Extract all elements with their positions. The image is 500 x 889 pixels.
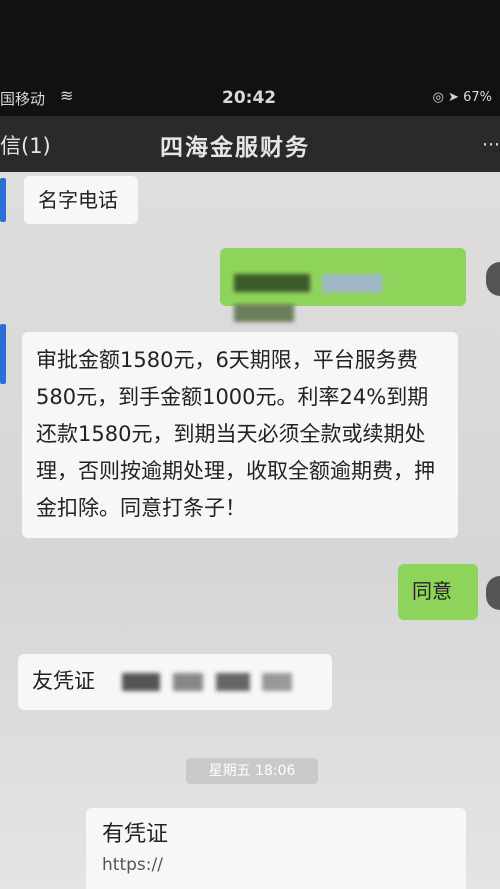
- avatar-edge-left: [0, 324, 6, 384]
- status-right: ◎ ➤ 67%: [433, 90, 492, 105]
- redacted-text: [122, 673, 161, 691]
- avatar-edge-left: [0, 178, 6, 222]
- timestamp-badge: 星期五 18:06: [186, 758, 318, 784]
- message-bubble-blurred[interactable]: [220, 248, 466, 322]
- chat-title: 四海金服财务: [160, 135, 310, 161]
- alarm-icon: ◎ ➤: [432, 90, 464, 105]
- battery-level: 67%: [463, 90, 492, 105]
- message-text: 同意: [412, 579, 452, 603]
- more-icon[interactable]: ⋯: [482, 134, 500, 155]
- phone-screen: 国移动 ≋ 20:42 ◎ ➤ 67% 信(1) 四海金服财务 ⋯ 名字电话 审…: [0, 0, 500, 889]
- message-text: 审批金额1580元，6天期限，平台服务费580元，到手金额1000元。利率24%…: [36, 348, 435, 520]
- back-button[interactable]: 信(1): [0, 130, 51, 160]
- message-bubble[interactable]: 审批金额1580元，6天期限，平台服务费580元，到手金额1000元。利率24%…: [22, 332, 458, 538]
- status-time: 20:42: [222, 88, 277, 108]
- avatar-edge-right: [486, 262, 500, 296]
- redacted-text: [234, 303, 294, 322]
- redacted-text: [322, 273, 383, 292]
- carrier-name: 国移动: [0, 90, 46, 108]
- chat-title-bar: 信(1) 四海金服财务 ⋯: [0, 116, 500, 172]
- message-bubble[interactable]: 友凭证: [18, 654, 332, 710]
- redacted-text: [262, 673, 293, 691]
- avatar-edge-right: [486, 576, 500, 610]
- timestamp-text: 星期五 18:06: [208, 763, 296, 779]
- status-bar: 国移动 ≋ 20:42 ◎ ➤ 67%: [0, 84, 500, 114]
- link-title: 有凭证: [102, 822, 169, 847]
- message-bubble-link[interactable]: 有凭证 https://: [86, 808, 466, 889]
- message-text: 名字电话: [38, 188, 118, 212]
- redacted-text: [173, 673, 204, 691]
- wifi-icon: ≋: [60, 86, 74, 105]
- message-bubble[interactable]: 同意: [398, 564, 478, 620]
- message-bubble[interactable]: 名字电话: [24, 176, 138, 224]
- chat-area[interactable]: 名字电话 审批金额1580元，6天期限，平台服务费580元，到手金额1000元。…: [0, 172, 500, 889]
- message-text: 友凭证: [32, 669, 95, 693]
- link-url[interactable]: https://: [102, 850, 450, 880]
- redacted-text: [234, 273, 310, 292]
- redacted-text: [215, 673, 250, 691]
